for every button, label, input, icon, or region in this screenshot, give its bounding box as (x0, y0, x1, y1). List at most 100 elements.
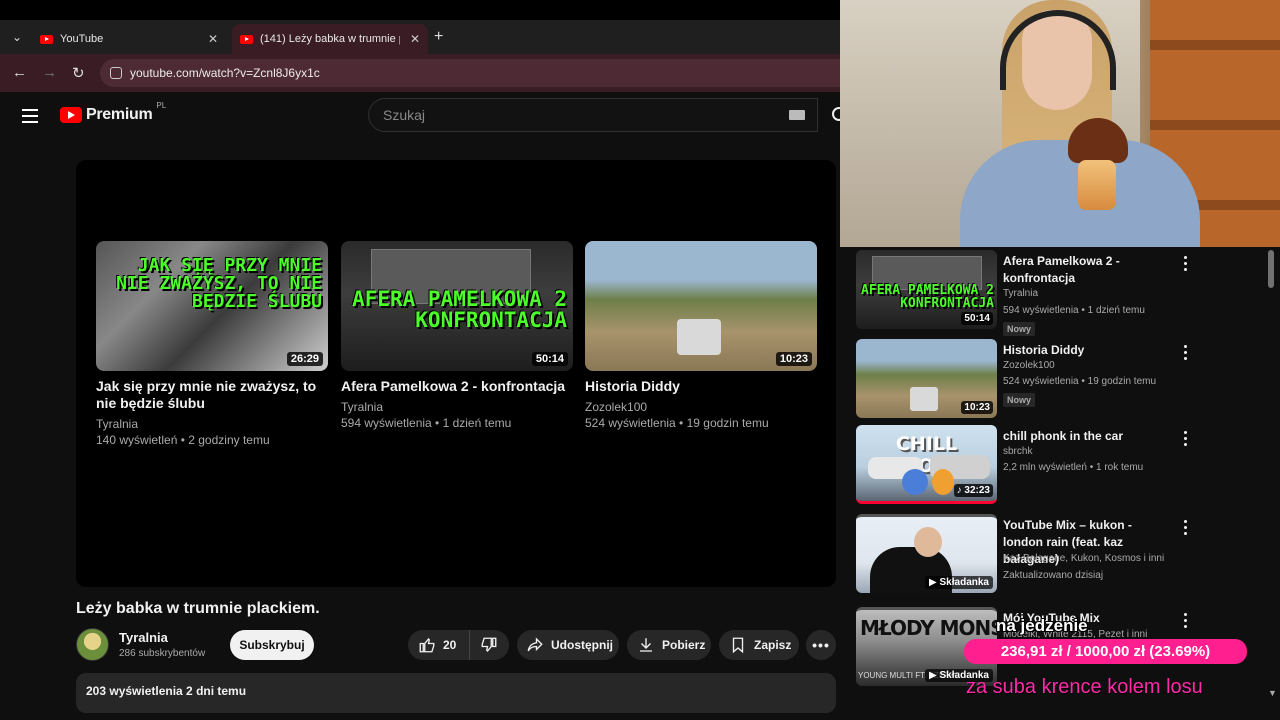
list-item[interactable]: ▶ Składanka YouTube Mix – kukon - london… (856, 514, 1276, 596)
list-item[interactable]: CHILL PHONK ♪ 32:23 chill phonk in the c… (856, 425, 1276, 507)
end-card[interactable]: 10:23 Historia Diddy Zozolek100 524 wyśw… (585, 241, 817, 431)
list-item[interactable]: AFERA PAMELKOWA 2 KONFRONTACJA 50:14 Afe… (856, 250, 1276, 336)
description-meta: 203 wyświetlenia 2 dni temu (86, 684, 247, 698)
like-icon (419, 638, 435, 653)
rec-meta: 524 wyświetlenia • 19 godzin temu (1003, 376, 1157, 387)
kebab-icon[interactable] (1184, 431, 1188, 449)
search-placeholder: Szukaj (383, 107, 426, 123)
rec-meta: 2,2 mln wyświetleń • 1 rok temu (1003, 462, 1144, 473)
rec-channel: Tyralnia (1003, 288, 1039, 299)
tab-title: YouTube (60, 33, 104, 45)
tab-search-button[interactable]: ⌄ (6, 24, 28, 50)
like-button[interactable]: 20 (408, 630, 470, 660)
van-graphic (677, 319, 721, 355)
search-input[interactable]: Szukaj (368, 98, 818, 132)
rec-meta: 594 wyświetlenia • 1 dzień temu (1003, 305, 1145, 316)
description-box[interactable]: 203 wyświetlenia 2 dni temu (76, 673, 836, 713)
logo-text: Premium (86, 106, 153, 123)
video-title: Leży babka w trumnie plackiem. (76, 600, 320, 617)
share-button[interactable]: Udostępnij (517, 630, 619, 660)
end-card-thumbnail[interactable]: AFERA PAMELKOWA 2 KONFRONTACJA 50:14 (341, 241, 573, 371)
donation-progress-text: 236,91 zł / 1000,00 zł (23.69%) (1000, 643, 1211, 660)
sidebar-scrollbar[interactable] (1268, 250, 1274, 288)
end-card-thumbnail[interactable]: 10:23 (585, 241, 817, 371)
like-count: 20 (443, 638, 457, 652)
dislike-icon (481, 637, 497, 652)
rec-thumbnail[interactable]: CHILL PHONK ♪ 32:23 (856, 425, 997, 504)
tab-youtube[interactable]: YouTube ✕ (32, 24, 226, 54)
end-card[interactable]: AFERA PAMELKOWA 2 KONFRONTACJA 50:14 Afe… (341, 241, 573, 431)
thumbnail-text: AFERA PAMELKOWA 2 KONFRONTACJA (860, 283, 994, 311)
duration-badge: 10:23 (961, 401, 993, 414)
duration-badge: 26:29 (286, 352, 323, 366)
url-text: youtube.com/watch?v=Zcnl8J6yx1c (130, 66, 320, 80)
kebab-icon[interactable] (1184, 613, 1188, 631)
kebab-icon[interactable] (1184, 345, 1188, 363)
donation-progress-bar: 236,91 zł / 1000,00 zł (23.69%) (964, 639, 1247, 664)
new-badge: Nowy (1003, 393, 1036, 407)
duration-badge: 50:14 (961, 312, 993, 325)
new-tab-button[interactable]: + (434, 28, 443, 46)
end-card-thumbnail[interactable]: JAK SIĘ PRZY MNIE NIE ZWAŻYSZ, TO NIE BĘ… (96, 241, 328, 371)
rec-channel: Kaz Bałagane, Kukon, Kosmos i inni (1003, 553, 1165, 564)
end-card-meta: 140 wyświetleń • 2 godziny temu (96, 433, 270, 447)
download-button[interactable]: Pobierz (627, 630, 711, 660)
subscribe-button[interactable]: Subskrybuj (230, 630, 314, 660)
youtube-header: Premium PL Szukaj (0, 92, 840, 140)
kebab-icon[interactable] (1184, 520, 1188, 538)
download-icon (640, 638, 652, 652)
back-icon[interactable]: ← (12, 64, 27, 81)
list-item[interactable]: 10:23 Historia Diddy Zozolek100 524 wyśw… (856, 339, 1276, 421)
close-tab-icon[interactable]: ✕ (410, 32, 420, 46)
avatar[interactable] (76, 628, 109, 661)
end-card-meta: 594 wyświetlenia • 1 dzień temu (341, 416, 512, 430)
youtube-favicon-icon (240, 34, 253, 44)
save-label: Zapisz (754, 638, 792, 652)
site-info-icon[interactable] (110, 67, 122, 79)
rec-title[interactable]: Afera Pamelkowa 2 - konfrontacja (1003, 253, 1173, 287)
webcam-person (960, 0, 1200, 247)
end-card-title[interactable]: Historia Diddy (585, 378, 817, 395)
rec-channel: Zozolek100 (1003, 360, 1055, 371)
new-badge: Nowy (1003, 322, 1036, 336)
hamburger-icon[interactable] (22, 109, 38, 127)
rec-thumbnail[interactable]: ▶ Składanka (856, 514, 997, 593)
rec-title[interactable]: Historia Diddy (1003, 342, 1173, 359)
thumbnail-text: MŁODY MONSUN (860, 616, 997, 640)
kebab-icon[interactable] (1184, 256, 1188, 274)
rec-title[interactable]: chill phonk in the car (1003, 428, 1173, 445)
rec-channel: sbrchk (1003, 446, 1033, 457)
end-card-title[interactable]: Afera Pamelkowa 2 - konfrontacja (341, 378, 573, 395)
tab-active-video[interactable]: (141) Leży babka w trumnie plackiem. - Y… (232, 24, 428, 54)
end-card-channel: Tyralnia (96, 417, 139, 431)
scroll-down-icon[interactable]: ▼ (1268, 688, 1277, 698)
save-icon (732, 637, 744, 654)
forward-icon[interactable]: → (42, 64, 57, 81)
dislike-button[interactable] (470, 636, 508, 654)
duration-badge: 50:14 (531, 352, 568, 366)
end-card-title[interactable]: Jak się przy mnie nie zważysz, to nie bę… (96, 378, 328, 412)
end-card-meta: 524 wyświetlenia • 19 godzin temu (585, 416, 769, 430)
end-card[interactable]: JAK SIĘ PRZY MNIE NIE ZWAŻYSZ, TO NIE BĘ… (96, 241, 328, 448)
youtube-logo[interactable]: Premium PL (60, 101, 166, 124)
donation-goal-label: na jedzenie (996, 616, 1088, 635)
keyboard-icon[interactable] (789, 110, 805, 120)
thumbnail-text: JAK SIĘ PRZY MNIE NIE ZWAŻYSZ, TO NIE BĘ… (116, 255, 322, 312)
address-bar-row: ← → ↻ youtube.com/watch?v=Zcnl8J6yx1c (0, 54, 840, 92)
thumbnail-text: AFERA PAMELKOWA 2 KONFRONTACJA (352, 287, 567, 332)
end-card-channel: Zozolek100 (585, 400, 648, 414)
channel-name[interactable]: Tyralnia (119, 630, 168, 645)
more-icon[interactable]: ••• (806, 630, 836, 660)
reload-icon[interactable]: ↻ (72, 64, 85, 82)
close-tab-icon[interactable]: ✕ (208, 32, 218, 46)
rec-thumbnail[interactable]: AFERA PAMELKOWA 2 KONFRONTACJA 50:14 (856, 250, 997, 329)
url-field[interactable]: youtube.com/watch?v=Zcnl8J6yx1c (100, 59, 840, 87)
browser-tabbar: ⌄ YouTube ✕ (141) Leży babka w trumnie p… (0, 20, 840, 54)
like-dislike-group: 20 (408, 630, 509, 660)
save-button[interactable]: Zapisz (719, 630, 799, 660)
rec-thumbnail[interactable]: 10:23 (856, 339, 997, 418)
youtube-icon (60, 107, 82, 123)
youtube-favicon-icon (40, 34, 53, 44)
share-icon (527, 637, 543, 652)
mix-label: ▶ Składanka (925, 576, 993, 589)
